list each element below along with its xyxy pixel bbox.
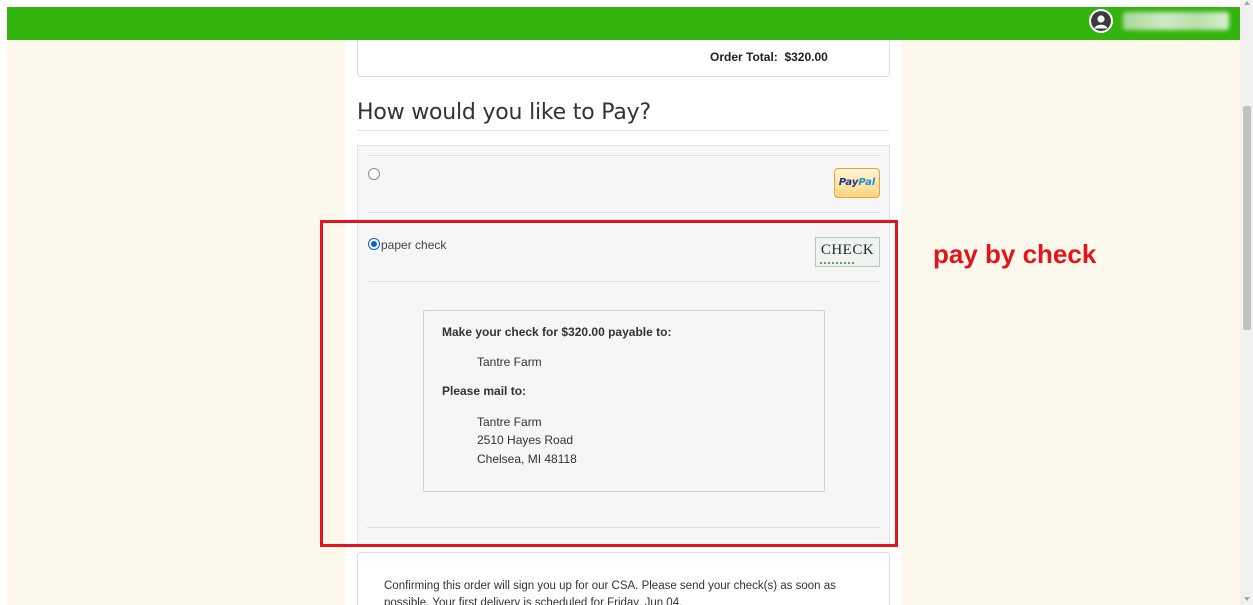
- paypal-divider: [367, 212, 880, 213]
- order-total: Order Total: $320.00: [710, 50, 828, 64]
- user-avatar-icon[interactable]: [1089, 9, 1113, 33]
- annotation-highlight-box: [320, 220, 898, 547]
- paypal-logo-icon: PayPal: [834, 168, 880, 198]
- scroll-up-arrow-icon[interactable]: [1244, 1, 1250, 5]
- annotation-label: pay by check: [933, 239, 1097, 269]
- panel-top-divider: [367, 155, 880, 156]
- confirmation-message: Confirming this order will sign you up f…: [384, 580, 836, 605]
- order-total-value: $320.00: [784, 50, 828, 64]
- scrollbar-thumb[interactable]: [1243, 106, 1251, 330]
- user-name-redacted[interactable]: [1123, 12, 1229, 30]
- paypal-radio[interactable]: [368, 168, 380, 180]
- order-total-label: Order Total:: [710, 50, 778, 64]
- payment-heading: How would you like to Pay?: [357, 100, 651, 125]
- heading-divider: [357, 130, 890, 131]
- top-navigation-bar: [7, 7, 1240, 40]
- scroll-down-arrow-icon[interactable]: [1244, 597, 1250, 601]
